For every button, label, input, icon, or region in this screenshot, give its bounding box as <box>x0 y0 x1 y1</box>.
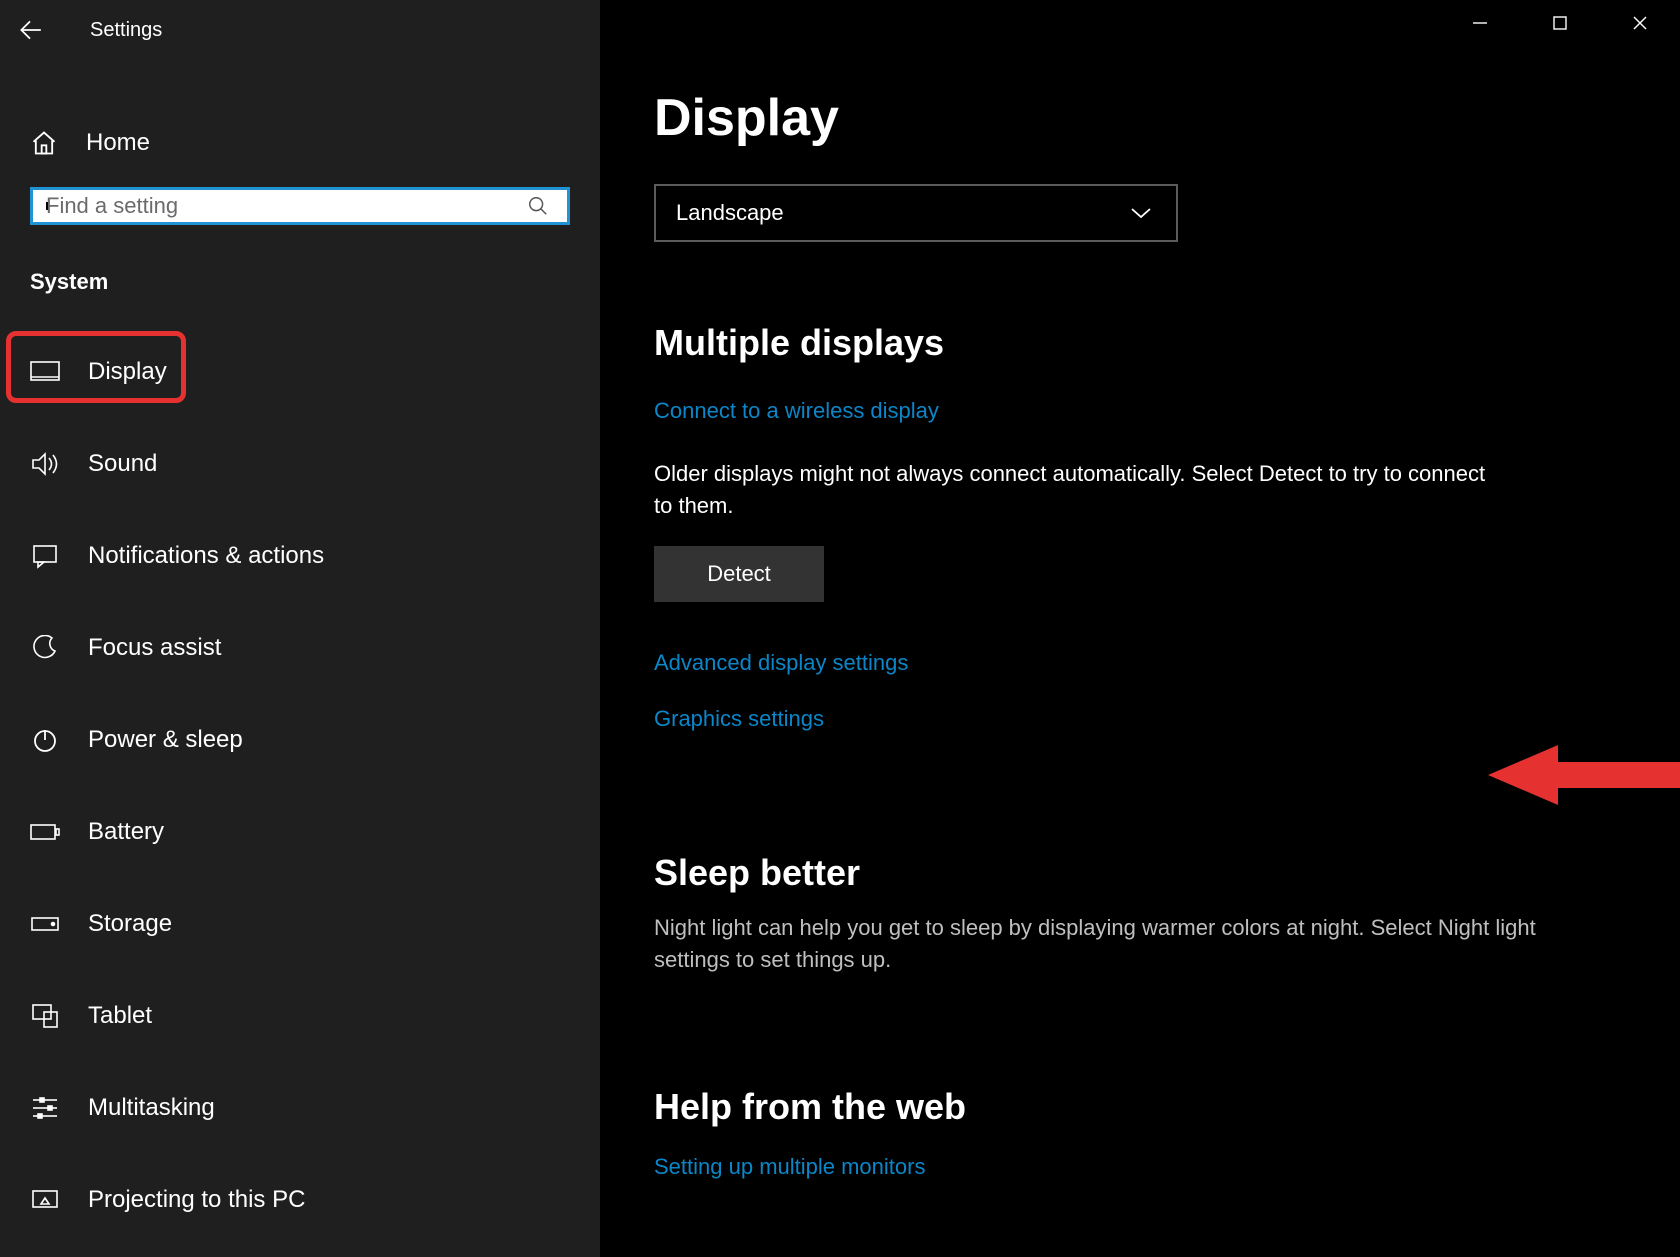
search-icon <box>527 195 549 217</box>
sidebar-category-label: System <box>30 269 600 295</box>
sidebar-item-label: Focus assist <box>88 634 221 662</box>
power-icon <box>30 727 60 753</box>
back-arrow-icon <box>17 17 43 43</box>
close-button[interactable] <box>1600 0 1680 46</box>
home-icon <box>30 129 58 157</box>
sidebar-item-label: Storage <box>88 910 172 938</box>
section-heading-multiple-displays: Multiple displays <box>654 322 1680 364</box>
storage-icon <box>30 915 60 933</box>
dropdown-value: Landscape <box>676 200 784 226</box>
sidebar-item-label: Power & sleep <box>88 726 243 754</box>
titlebar: Settings <box>0 0 600 60</box>
detect-button[interactable]: Detect <box>654 546 824 602</box>
projecting-icon <box>30 1188 60 1212</box>
advanced-display-settings-link[interactable]: Advanced display settings <box>654 650 908 676</box>
annotation-arrow <box>1488 740 1680 810</box>
display-icon <box>30 360 60 384</box>
sidebar-item-projecting[interactable]: Projecting to this PC <box>0 1165 600 1235</box>
sidebar-item-label: Display <box>88 358 167 386</box>
sidebar-item-storage[interactable]: Storage <box>0 889 600 959</box>
content-pane: Display Landscape Multiple displays Conn… <box>600 0 1680 1257</box>
sidebar-item-label: Projecting to this PC <box>88 1186 305 1214</box>
maximize-button[interactable] <box>1520 0 1600 46</box>
window-controls <box>1440 0 1680 46</box>
sidebar-item-home[interactable]: Home <box>0 120 600 165</box>
sidebar: Settings Home System <box>0 0 600 1257</box>
sidebar-item-label: Battery <box>88 818 164 846</box>
close-icon <box>1631 14 1649 32</box>
sidebar-item-power-sleep[interactable]: Power & sleep <box>0 705 600 775</box>
minimize-icon <box>1471 14 1489 32</box>
orientation-dropdown[interactable]: Landscape <box>654 184 1178 242</box>
sidebar-item-label: Notifications & actions <box>88 542 324 570</box>
sidebar-item-focus-assist[interactable]: Focus assist <box>0 613 600 683</box>
sound-icon <box>30 451 60 477</box>
sidebar-item-notifications[interactable]: Notifications & actions <box>0 521 600 591</box>
maximize-icon <box>1552 15 1568 31</box>
text-cursor <box>46 202 48 210</box>
setting-up-multiple-monitors-link[interactable]: Setting up multiple monitors <box>654 1154 925 1180</box>
sidebar-item-tablet[interactable]: Tablet <box>0 981 600 1051</box>
sidebar-item-sound[interactable]: Sound <box>0 429 600 499</box>
back-button[interactable] <box>0 0 60 60</box>
notifications-icon <box>30 543 60 569</box>
sidebar-item-battery[interactable]: Battery <box>0 797 600 867</box>
multitasking-icon <box>30 1096 60 1120</box>
sidebar-item-label: Tablet <box>88 1002 152 1030</box>
minimize-button[interactable] <box>1440 0 1520 46</box>
sidebar-item-multitasking[interactable]: Multitasking <box>0 1073 600 1143</box>
graphics-settings-link[interactable]: Graphics settings <box>654 706 824 732</box>
sleep-better-text: Night light can help you get to sleep by… <box>654 912 1614 976</box>
page-title: Display <box>654 88 1680 148</box>
older-displays-text: Older displays might not always connect … <box>654 458 1504 522</box>
chevron-down-icon <box>1130 206 1152 220</box>
window-title: Settings <box>90 19 162 42</box>
sidebar-item-label: Sound <box>88 450 157 478</box>
search-input[interactable] <box>43 190 527 222</box>
sidebar-nav-list: Display Sound <box>0 337 600 1257</box>
home-label: Home <box>86 129 150 157</box>
focus-assist-icon <box>30 635 60 661</box>
section-heading-help-web: Help from the web <box>654 1086 1680 1128</box>
section-heading-sleep-better: Sleep better <box>654 852 1680 894</box>
tablet-icon <box>30 1003 60 1029</box>
search-input-container[interactable] <box>30 187 570 225</box>
sidebar-item-display[interactable]: Display <box>0 337 600 407</box>
sidebar-item-label: Multitasking <box>88 1094 215 1122</box>
connect-wireless-display-link[interactable]: Connect to a wireless display <box>654 398 939 424</box>
battery-icon <box>30 823 60 841</box>
